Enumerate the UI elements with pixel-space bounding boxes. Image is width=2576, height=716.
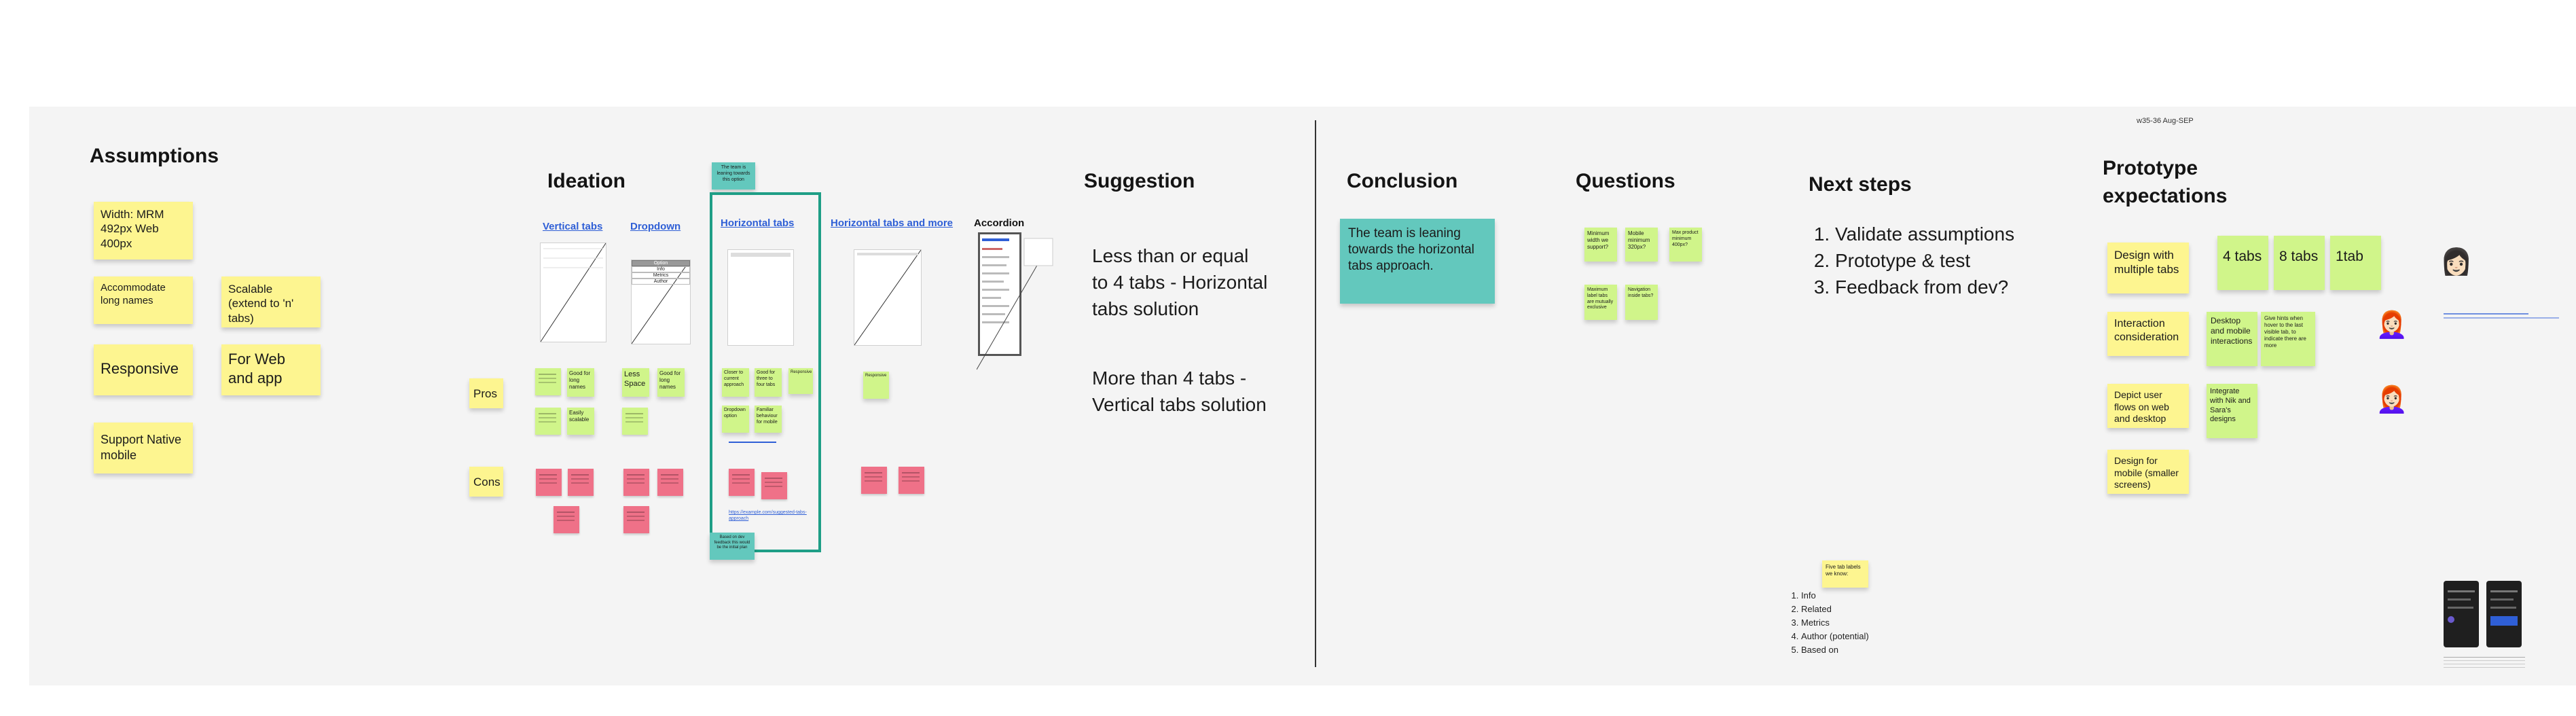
sticky-note[interactable]: Good for long names (567, 368, 594, 397)
mini-sticky-con (761, 472, 787, 499)
question-sticky[interactable]: Max product minimum 400px? (1669, 228, 1702, 262)
row-label-pros: Pros (469, 378, 503, 408)
prototype-sticky[interactable]: Depict user flows on web and desktop app (2107, 384, 2189, 428)
date-label: w35-36 Aug-SEP (2137, 117, 2194, 125)
avatar-icon: 👩🏻‍🦰 (2376, 386, 2408, 414)
mobile-screenshot (2444, 581, 2479, 647)
next-step-item: Prototype & test (1835, 247, 2014, 274)
sticky-note[interactable]: Accommodate long names (94, 276, 193, 324)
tab-label-item: Related (1801, 603, 1869, 616)
sticky-note[interactable]: Familiar behaviour for mobile (755, 406, 782, 433)
wireframe-dropdown: Option Info Metrics Author (631, 259, 691, 344)
sticky-note[interactable]: Support Native mobile (94, 423, 193, 473)
prototype-sticky[interactable]: Give hints when hover to the last visibl… (2261, 312, 2315, 366)
question-sticky[interactable]: Maximum label tabs are mutually exclusiv… (1584, 285, 1617, 320)
mini-sticky-con (623, 506, 649, 533)
sticky-note[interactable]: Good for long names (657, 368, 685, 397)
wireframe-horizontal-tabs-more (854, 249, 922, 346)
sticky-note[interactable]: For Web and app (221, 344, 321, 395)
sticky-note[interactable]: Dropdown option (722, 406, 749, 433)
dropdown-option: Info (632, 266, 690, 272)
row-label-cons: Cons (469, 467, 503, 497)
tab-label-item: Based on (1801, 643, 1869, 657)
prototype-sticky[interactable]: Design with multiple tabs (2107, 243, 2189, 293)
question-sticky[interactable]: Minimum width we support? (1584, 228, 1617, 262)
section-title-conclusion: Conclusion (1347, 170, 1458, 192)
sticky-note[interactable]: Closer to current approach (722, 368, 749, 397)
sticky-note[interactable]: The team is leaning towards this option (712, 162, 755, 190)
section-title-assumptions: Assumptions (90, 145, 219, 167)
section-divider (1315, 120, 1316, 667)
mini-sticky-con (729, 469, 755, 496)
sticky-note[interactable]: Based on dev feedback this would be the … (710, 533, 755, 560)
avatar-icon: 👩🏻‍🦰 (2376, 311, 2408, 340)
text-block (2444, 657, 2525, 658)
tab-label-item: Info (1801, 589, 1869, 603)
prototype-sticky[interactable]: 4 tabs (2217, 236, 2268, 290)
section-title-suggestion: Suggestion (1084, 170, 1195, 192)
link-underline (729, 442, 776, 443)
mini-sticky (535, 368, 561, 395)
whiteboard-canvas[interactable]: w35-36 Aug-SEP Assumptions Width: MRM 49… (29, 107, 2576, 685)
mobile-screenshot (2486, 581, 2522, 647)
prototype-sticky[interactable]: 1tab (2330, 236, 2381, 290)
prototype-sticky[interactable]: Desktop and mobile interactions (2207, 312, 2257, 366)
next-step-item: Feedback from dev? (1835, 274, 2014, 300)
mini-sticky (622, 408, 648, 435)
reference-link[interactable]: https://example.com/suggested-tabs-appro… (729, 509, 809, 522)
mini-sticky-con (657, 469, 683, 496)
prototype-sticky[interactable]: Interaction consideration (2107, 312, 2189, 356)
sticky-note[interactable]: Less Space (622, 368, 649, 397)
comment-line (2444, 317, 2559, 319)
mini-sticky (535, 408, 561, 435)
next-steps-list: Validate assumptions Prototype & test Fe… (1812, 221, 2014, 300)
mini-sticky-con (899, 467, 924, 494)
sticky-note[interactable]: Responsive (863, 372, 889, 399)
mini-sticky-con (554, 506, 579, 533)
link-horizontal-tabs-more[interactable]: Horizontal tabs and more (831, 217, 953, 229)
prototype-sticky[interactable]: Integrate with Nik and Sara's designs (2207, 384, 2257, 438)
suggestion-text-1: Less than or equal to 4 tabs - Horizonta… (1092, 245, 1268, 319)
tab-label-item: Author (potential) (1801, 630, 1869, 643)
next-step-item: Validate assumptions (1835, 221, 2014, 247)
dropdown-option: Option (632, 260, 690, 266)
link-dropdown[interactable]: Dropdown (630, 221, 681, 232)
sticky-note[interactable]: Responsive (788, 368, 813, 394)
accordion-connector-lines (977, 238, 1053, 370)
section-title-questions: Questions (1576, 170, 1675, 192)
label-accordion: Accordion (974, 217, 1025, 229)
sticky-note[interactable]: Scalable (extend to 'n' tabs) (221, 276, 321, 327)
mini-sticky-con (623, 469, 649, 496)
suggestion-text-2: More than 4 tabs - Vertical tabs solutio… (1092, 368, 1267, 415)
question-sticky[interactable]: Mobile minimum 320px? (1625, 228, 1658, 262)
sticky-note[interactable]: Easily scalable (567, 408, 594, 435)
section-title-next-steps: Next steps (1809, 173, 1912, 196)
wireframe-horizontal-tabs (727, 249, 794, 346)
mini-sticky-con (568, 469, 594, 496)
avatar-icon: 👩🏻 (2440, 248, 2473, 276)
tab-label-item: Metrics (1801, 616, 1869, 630)
question-sticky[interactable]: Navigation inside tabs? (1625, 285, 1658, 320)
prototype-sticky[interactable]: Design for mobile (smaller screens) (2107, 450, 2189, 494)
sticky-note[interactable]: Width: MRM 492px Web 400px (94, 202, 193, 259)
prototype-sticky[interactable]: 8 tabs (2274, 236, 2325, 290)
link-vertical-tabs[interactable]: Vertical tabs (543, 221, 602, 232)
sticky-note[interactable]: Good for three to four tabs (755, 368, 782, 397)
wireframe-vertical-tabs (540, 243, 606, 342)
section-title-prototype: Prototype expectations (2103, 157, 2228, 207)
section-title-ideation: Ideation (547, 170, 626, 192)
dropdown-option: Author (632, 279, 690, 285)
mini-sticky-con (536, 469, 562, 496)
tab-labels-list: Info Related Metrics Author (potential) … (1785, 589, 1869, 657)
sticky-note[interactable]: Responsive (94, 344, 193, 395)
conclusion-sticky[interactable]: The team is leaning towards the horizont… (1340, 219, 1495, 304)
comment-line (2444, 313, 2528, 315)
dropdown-option: Metrics (632, 272, 690, 279)
mini-sticky-con (861, 467, 887, 494)
tabs-note-sticky[interactable]: Five tab labels we know: (1822, 560, 1868, 588)
